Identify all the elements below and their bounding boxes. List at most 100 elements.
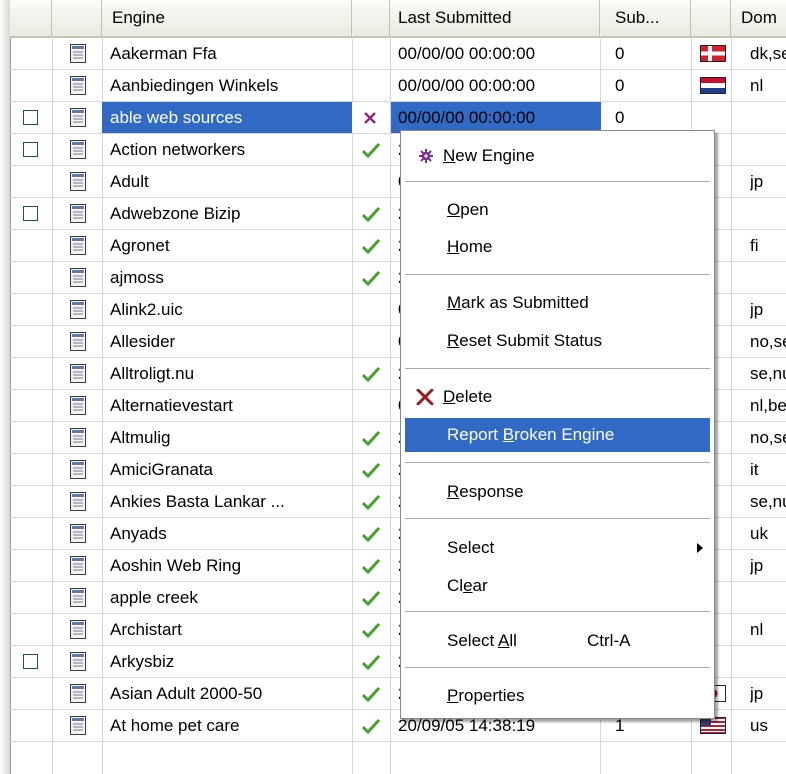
last-submitted: 00/00/00 00:00:00: [398, 76, 536, 95]
check-icon: [362, 558, 380, 574]
engine-name: Aanbiedingen Winkels: [110, 76, 279, 95]
document-icon: [70, 588, 86, 607]
check-icon: [362, 206, 380, 222]
domain: us: [750, 716, 768, 735]
menu-home[interactable]: Home: [405, 230, 710, 264]
engine-name: Altmulig: [110, 428, 171, 447]
domain: nl,be: [750, 396, 786, 415]
document-icon: [70, 76, 86, 95]
engine-name: Agronet: [110, 236, 170, 255]
menu-mark-submitted-label: Mark as Submitted: [447, 293, 589, 312]
engine-name: Allesider: [110, 332, 176, 351]
domain: uk: [750, 524, 768, 543]
submit-count: 0: [615, 76, 625, 95]
document-icon: [70, 428, 86, 447]
menu-separator: [405, 181, 710, 182]
document-icon: [70, 716, 86, 735]
delete-x-icon: [416, 389, 434, 405]
engine-name: Adwebzone Bizip: [110, 204, 241, 223]
domain: jp: [750, 300, 764, 319]
menu-open[interactable]: Open: [405, 193, 710, 227]
menu-separator: [405, 462, 710, 463]
row-checkbox[interactable]: [23, 142, 38, 157]
header-sub[interactable]: Sub...: [600, 0, 691, 36]
engine-name: Archistart: [110, 620, 182, 639]
menu-clear[interactable]: Clear: [405, 569, 710, 603]
menu-report-broken-engine[interactable]: Report Broken Engine: [405, 418, 710, 452]
row-checkbox[interactable]: [23, 206, 38, 221]
menu-select-all[interactable]: Select All Ctrl-A: [405, 624, 710, 658]
menu-response[interactable]: Response: [405, 475, 710, 509]
menu-delete-label: Delete: [443, 387, 493, 406]
table-row[interactable]: Aanbiedingen Winkels 00/00/00 00:00:00 0 nl: [10, 70, 786, 102]
document-icon: [70, 396, 86, 415]
check-icon: [362, 494, 380, 510]
menu-separator: [405, 518, 710, 519]
check-icon: [362, 366, 380, 382]
engine-name: Anyads: [110, 524, 167, 543]
menu-response-label: Response: [447, 482, 524, 501]
usa-flag-icon: [700, 717, 726, 734]
menu-new-engine[interactable]: New Engine: [405, 139, 710, 173]
header-last-submitted[interactable]: Last Submitted: [390, 0, 600, 36]
domain: no,se: [750, 428, 786, 447]
document-icon: [70, 556, 86, 575]
header-domain[interactable]: Dom: [731, 0, 786, 36]
document-icon: [70, 44, 86, 63]
domain: nl: [750, 620, 764, 639]
domain: se,nu: [750, 492, 786, 511]
engine-name: apple creek: [110, 588, 198, 607]
check-icon: [362, 238, 380, 254]
domain: [750, 262, 786, 294]
header-flag[interactable]: [691, 0, 731, 36]
menu-reset-submit-status[interactable]: Reset Submit Status: [405, 324, 710, 358]
menu-mark-submitted[interactable]: Mark as Submitted: [405, 286, 710, 320]
document-icon: [70, 204, 86, 223]
menu-delete[interactable]: Delete: [405, 380, 710, 414]
header-engine[interactable]: Engine: [102, 0, 352, 36]
last-submitted: 00/00/00 00:00:00: [398, 44, 536, 63]
domain: nl: [750, 76, 764, 95]
domain: [750, 646, 786, 678]
menu-new-engine-label: New Engine: [443, 146, 535, 165]
check-icon: [362, 270, 380, 286]
check-icon: [362, 718, 380, 734]
domain: se,nu: [750, 364, 786, 383]
engine-name: At home pet care: [110, 716, 240, 735]
document-icon: [70, 108, 86, 127]
engine-name: Asian Adult 2000-50: [110, 684, 263, 703]
menu-select[interactable]: Select: [405, 531, 710, 565]
column-header-bar: Engine Last Submitted Sub... Dom: [10, 0, 786, 38]
check-icon: [362, 462, 380, 478]
domain: jp: [750, 684, 764, 703]
menu-reset-status-label: Reset Submit Status: [447, 331, 602, 350]
domain: it: [750, 460, 759, 479]
document-icon: [70, 332, 86, 351]
menu-separator: [405, 611, 710, 612]
check-icon: [362, 686, 380, 702]
menu-open-label: Open: [447, 200, 489, 219]
menu-properties[interactable]: Properties: [405, 679, 710, 713]
document-icon: [70, 652, 86, 671]
header-status[interactable]: [352, 0, 390, 36]
row-checkbox[interactable]: [23, 110, 38, 125]
domain: jp: [750, 556, 764, 575]
netherlands-flag-icon: [700, 77, 726, 94]
header-check-column[interactable]: [10, 0, 52, 36]
menu-separator: [405, 274, 710, 275]
document-icon: [70, 524, 86, 543]
check-icon: [362, 622, 380, 638]
menu-select-all-label: Select All: [447, 631, 517, 650]
engine-name: able web sources: [102, 102, 352, 134]
row-checkbox[interactable]: [23, 654, 38, 669]
table-row[interactable]: Aakerman Ffa 00/00/00 00:00:00 0 dk,se: [10, 38, 786, 70]
x-mark-icon: [364, 112, 376, 124]
check-icon: [362, 590, 380, 606]
menu-home-label: Home: [447, 237, 493, 256]
check-icon: [362, 654, 380, 670]
domain: dk,se: [750, 44, 786, 63]
header-icon-column[interactable]: [52, 0, 102, 36]
engine-name: Alternatievestart: [110, 396, 233, 415]
row-gridline: [10, 741, 786, 742]
engine-name: Aakerman Ffa: [110, 44, 217, 63]
